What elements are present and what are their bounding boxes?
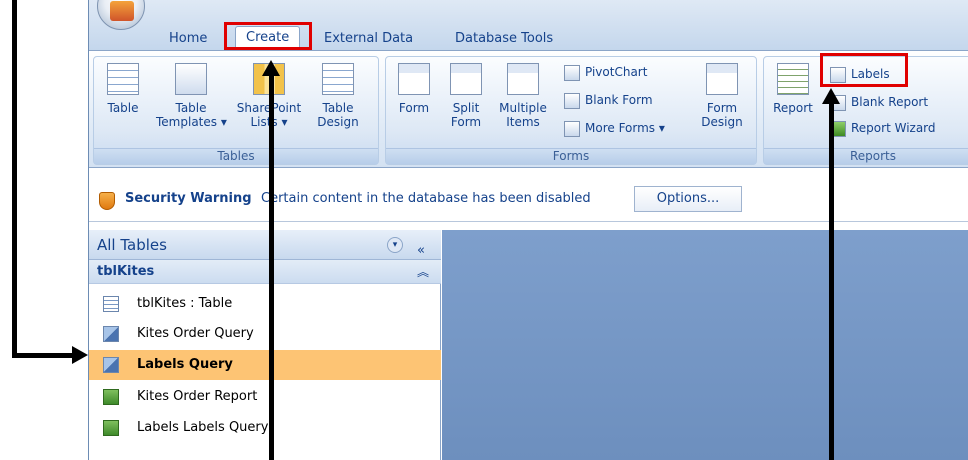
table-icon: [103, 296, 119, 312]
pivotchart-icon: [564, 64, 580, 81]
chevron-up-icon[interactable]: ︽: [417, 260, 429, 284]
blank-form-icon: [564, 92, 580, 109]
forms-group: Form Split Form Multiple Items PivotChar…: [385, 56, 757, 165]
multiple-items-icon: [507, 63, 539, 95]
nav-item-kites-order-query[interactable]: Kites Order Query: [89, 319, 441, 349]
more-forms-label: More Forms ▾: [585, 121, 665, 135]
nav-item-label: tblKites : Table: [137, 296, 233, 311]
more-forms-button[interactable]: More Forms ▾: [564, 119, 665, 137]
report-label: Report: [773, 101, 813, 115]
nav-item-labels-query[interactable]: Labels Query: [89, 350, 441, 380]
tab-external-data[interactable]: External Data: [314, 28, 423, 50]
form-label: Form: [398, 101, 430, 115]
reports-group-label: Reports: [764, 148, 968, 164]
table-button-label: Table: [107, 101, 139, 115]
table-design-button[interactable]: Table Design: [308, 63, 368, 129]
table-templates-button[interactable]: Table Templates ▾: [156, 63, 227, 129]
form-design-label: Form Design: [701, 101, 743, 129]
blank-form-label: Blank Form: [585, 93, 653, 107]
labels-highlight: [820, 53, 908, 87]
chevron-down-icon[interactable]: ▾: [387, 237, 403, 253]
workspace: [442, 230, 968, 460]
create-tab-highlight: [224, 22, 312, 50]
annotation-arrowhead-create: [262, 60, 280, 76]
query-icon: [103, 326, 119, 342]
nav-item-tblkites-table[interactable]: tblKites : Table: [89, 289, 441, 319]
form-design-icon: [706, 63, 738, 95]
tab-database-tools[interactable]: Database Tools: [445, 28, 563, 50]
nav-item-label: Kites Order Query: [137, 326, 254, 341]
annotation-arrow-labels: [829, 102, 834, 460]
tables-group: Table Table Templates ▾ SharePoint Lists…: [93, 56, 379, 165]
annotation-arrow-create: [269, 72, 274, 460]
split-form-button[interactable]: Split Form: [442, 63, 490, 129]
annotation-arrowhead-left: [72, 346, 88, 364]
pivotchart-button[interactable]: PivotChart: [564, 63, 647, 81]
security-warning-bar: Security Warning Certain content in the …: [89, 176, 968, 222]
ribbon-tab-bar: Home Create External Data Database Tools: [89, 0, 968, 52]
table-design-icon: [322, 63, 354, 95]
nav-item-label: Labels Labels Query: [137, 420, 269, 435]
report-icon: [103, 420, 119, 436]
tab-home[interactable]: Home: [159, 28, 217, 50]
tables-group-label: Tables: [94, 148, 378, 164]
query-icon: [103, 357, 119, 373]
shield-icon: [99, 192, 115, 210]
nav-item-kites-order-report[interactable]: Kites Order Report: [89, 382, 441, 412]
multiple-items-label: Multiple Items: [499, 101, 547, 129]
nav-group-header[interactable]: tblKites ︽: [89, 260, 441, 284]
form-icon: [398, 63, 430, 95]
access-window: Home Create External Data Database Tools…: [88, 0, 968, 460]
report-wizard-button[interactable]: Report Wizard: [830, 119, 936, 137]
table-button[interactable]: Table: [98, 63, 148, 115]
table-design-label: Table Design: [317, 101, 359, 129]
pivotchart-label: PivotChart: [585, 65, 648, 79]
nav-header[interactable]: All Tables ▾ «: [89, 230, 441, 260]
annotation-arrowhead-labels: [822, 88, 840, 104]
report-wizard-label: Report Wizard: [851, 121, 936, 135]
office-logo-icon: [110, 1, 134, 21]
split-form-icon: [450, 63, 482, 95]
options-button[interactable]: Options...: [634, 186, 742, 212]
table-templates-label: Table Templates ▾: [156, 101, 227, 129]
annotation-arrow-left-vertical: [12, 0, 17, 358]
nav-group-label: tblKites: [97, 264, 155, 279]
more-forms-icon: [564, 120, 580, 137]
forms-group-label: Forms: [386, 148, 756, 164]
security-warning-message: Certain content in the database has been…: [261, 191, 591, 206]
table-icon: [107, 63, 139, 95]
report-icon: [777, 63, 809, 95]
nav-item-label: Kites Order Report: [137, 389, 258, 404]
blank-form-button[interactable]: Blank Form: [564, 91, 653, 109]
annotation-arrow-left-horizontal: [12, 353, 74, 358]
multiple-items-button[interactable]: Multiple Items: [494, 63, 552, 129]
form-design-button[interactable]: Form Design: [694, 63, 750, 129]
security-warning-title: Security Warning: [125, 191, 252, 206]
blank-report-button[interactable]: Blank Report: [830, 93, 928, 111]
table-templates-icon: [175, 63, 207, 95]
split-form-label: Split Form: [450, 101, 482, 129]
report-icon: [103, 389, 119, 405]
navigation-pane: All Tables ▾ « tblKites ︽ tblKites : Tabl…: [89, 230, 441, 460]
nav-item-label: Labels Query: [137, 357, 233, 372]
form-button[interactable]: Form: [392, 63, 436, 115]
nav-item-labels-labels-query[interactable]: Labels Labels Query: [89, 413, 441, 443]
nav-header-label: All Tables: [97, 236, 167, 254]
office-button[interactable]: [97, 0, 145, 30]
blank-report-label: Blank Report: [851, 95, 929, 109]
report-button[interactable]: Report: [768, 63, 818, 115]
